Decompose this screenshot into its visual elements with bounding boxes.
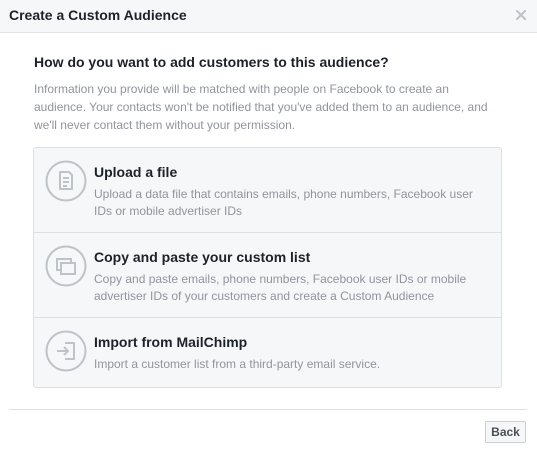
options-list: Upload a file Upload a data file that co… xyxy=(33,147,502,388)
copy-paste-icon xyxy=(45,245,87,287)
option-upload-file[interactable]: Upload a file Upload a data file that co… xyxy=(34,148,501,233)
option-title: Upload a file xyxy=(94,164,178,180)
import-icon xyxy=(45,330,87,372)
dialog-header: Create a Custom Audience xyxy=(0,0,537,33)
file-icon xyxy=(45,160,87,202)
option-import-mailchimp[interactable]: Import from MailChimp Import a customer … xyxy=(34,318,501,403)
option-copy-paste[interactable]: Copy and paste your custom list Copy and… xyxy=(34,233,501,318)
create-custom-audience-dialog: Create a Custom Audience How do you want… xyxy=(0,0,537,449)
footer-divider xyxy=(9,409,527,410)
option-description: Import a customer list from a third-part… xyxy=(94,357,381,371)
close-icon[interactable] xyxy=(514,8,528,22)
dialog-title: Create a Custom Audience xyxy=(9,7,187,23)
option-description: Copy and paste emails, phone numbers, Fa… xyxy=(94,272,467,303)
question-heading: How do you want to add customers to this… xyxy=(34,54,389,70)
option-title: Copy and paste your custom list xyxy=(94,249,311,265)
back-button[interactable]: Back xyxy=(485,421,526,443)
option-title: Import from MailChimp xyxy=(94,334,248,350)
option-description: Upload a data file that contains emails,… xyxy=(94,187,473,218)
info-text: Information you provide will be matched … xyxy=(34,82,488,132)
